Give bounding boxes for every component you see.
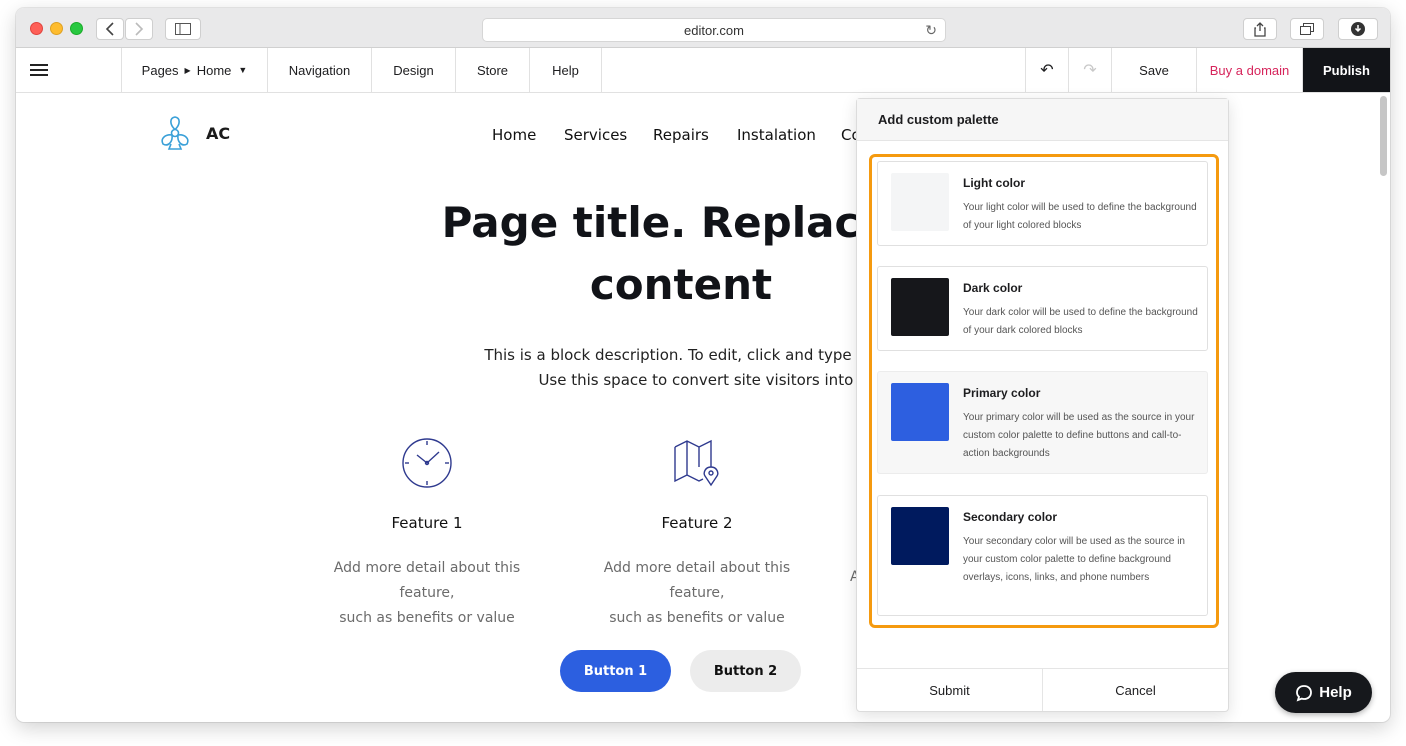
redo-button[interactable]: ↷: [1069, 48, 1112, 92]
redo-icon: ↷: [1083, 62, 1097, 79]
breadcrumb-arrow-icon: ▶: [184, 65, 191, 75]
logo-text: AC: [206, 123, 231, 143]
maximize-window-button[interactable]: [70, 22, 83, 35]
download-icon: [1351, 22, 1365, 36]
share-icon: [1254, 21, 1266, 37]
feature-1-desc: Add more detail about this feature, such…: [307, 556, 547, 631]
tabs-icon: [1300, 23, 1314, 35]
address-url: editor.com: [684, 22, 744, 38]
chevron-right-icon: [135, 22, 144, 36]
site-nav-instalation[interactable]: Instalation: [737, 126, 816, 144]
highlight-box: [869, 154, 1219, 628]
address-bar[interactable]: editor.com ↻: [482, 18, 946, 42]
clock-icon: [402, 438, 452, 488]
feature-1-desc-line-2: such as benefits or value: [339, 610, 515, 626]
save-button[interactable]: Save: [1112, 48, 1197, 92]
editor-toolbar: Pages ▶ Home ▼ Navigation Design Store H…: [16, 48, 1390, 93]
navigation-tab[interactable]: Navigation: [268, 48, 372, 92]
downloads-button[interactable]: [1338, 18, 1378, 40]
help-tab[interactable]: Help: [530, 48, 602, 92]
toolbar-spacer: [602, 48, 1026, 92]
site-nav-services[interactable]: Services: [564, 126, 627, 144]
custom-palette-panel: Add custom palette Light color Your ligh…: [856, 98, 1229, 712]
help-chat-button[interactable]: Help: [1275, 672, 1372, 713]
help-button-label: Help: [1319, 684, 1352, 701]
button-2[interactable]: Button 2: [690, 650, 801, 692]
store-tab[interactable]: Store: [456, 48, 530, 92]
panel-title: Add custom palette: [857, 99, 1228, 141]
chevron-left-icon: [105, 22, 114, 36]
tabs-button[interactable]: [1290, 18, 1324, 40]
menu-button[interactable]: [16, 48, 122, 92]
site-logo[interactable]: AC: [156, 115, 230, 151]
buy-domain-button[interactable]: Buy a domain: [1197, 48, 1303, 92]
hamburger-icon: [30, 61, 48, 79]
feature-card-2[interactable]: Feature 2 Add more detail about this fea…: [577, 437, 817, 631]
feature-1-desc-line-1: Add more detail about this feature,: [333, 560, 521, 601]
undo-button[interactable]: ↶: [1026, 48, 1069, 92]
chat-bubble-icon: [1296, 684, 1313, 701]
page-scrollbar[interactable]: [1380, 96, 1387, 176]
close-window-button[interactable]: [30, 22, 43, 35]
sidebar-icon: [175, 23, 191, 35]
site-nav-repairs[interactable]: Repairs: [653, 126, 709, 144]
publish-button[interactable]: Publish: [1303, 48, 1390, 92]
feature-2-desc-line-2: such as benefits or value: [609, 610, 785, 626]
button-1[interactable]: Button 1: [560, 650, 671, 692]
feature-2-desc-line-1: Add more detail about this feature,: [603, 560, 791, 601]
site-nav-home[interactable]: Home: [492, 126, 536, 144]
reload-icon[interactable]: ↻: [925, 22, 937, 39]
undo-icon: ↶: [1040, 62, 1054, 79]
fan-icon: [161, 116, 189, 150]
design-tab[interactable]: Design: [372, 48, 456, 92]
cancel-button[interactable]: Cancel: [1043, 669, 1228, 711]
feature-2-desc: Add more detail about this feature, such…: [577, 556, 817, 631]
submit-button[interactable]: Submit: [857, 669, 1043, 711]
sidebar-toggle-button[interactable]: [165, 18, 201, 40]
panel-footer: Submit Cancel: [857, 668, 1228, 711]
feature-2-title: Feature 2: [661, 514, 733, 532]
feature-card-1[interactable]: Feature 1 Add more detail about this fea…: [307, 437, 547, 631]
forward-button[interactable]: [125, 18, 153, 40]
current-page-label: Home: [196, 62, 232, 78]
caret-down-icon: ▼: [238, 65, 248, 75]
browser-titlebar: editor.com ↻: [16, 8, 1390, 48]
minimize-window-button[interactable]: [50, 22, 63, 35]
map-pin-icon: [674, 439, 719, 487]
pages-label: Pages: [141, 62, 179, 78]
feature-1-title: Feature 1: [391, 514, 463, 532]
share-button[interactable]: [1243, 18, 1277, 40]
back-button[interactable]: [96, 18, 124, 40]
pages-dropdown[interactable]: Pages ▶ Home ▼: [122, 48, 268, 92]
